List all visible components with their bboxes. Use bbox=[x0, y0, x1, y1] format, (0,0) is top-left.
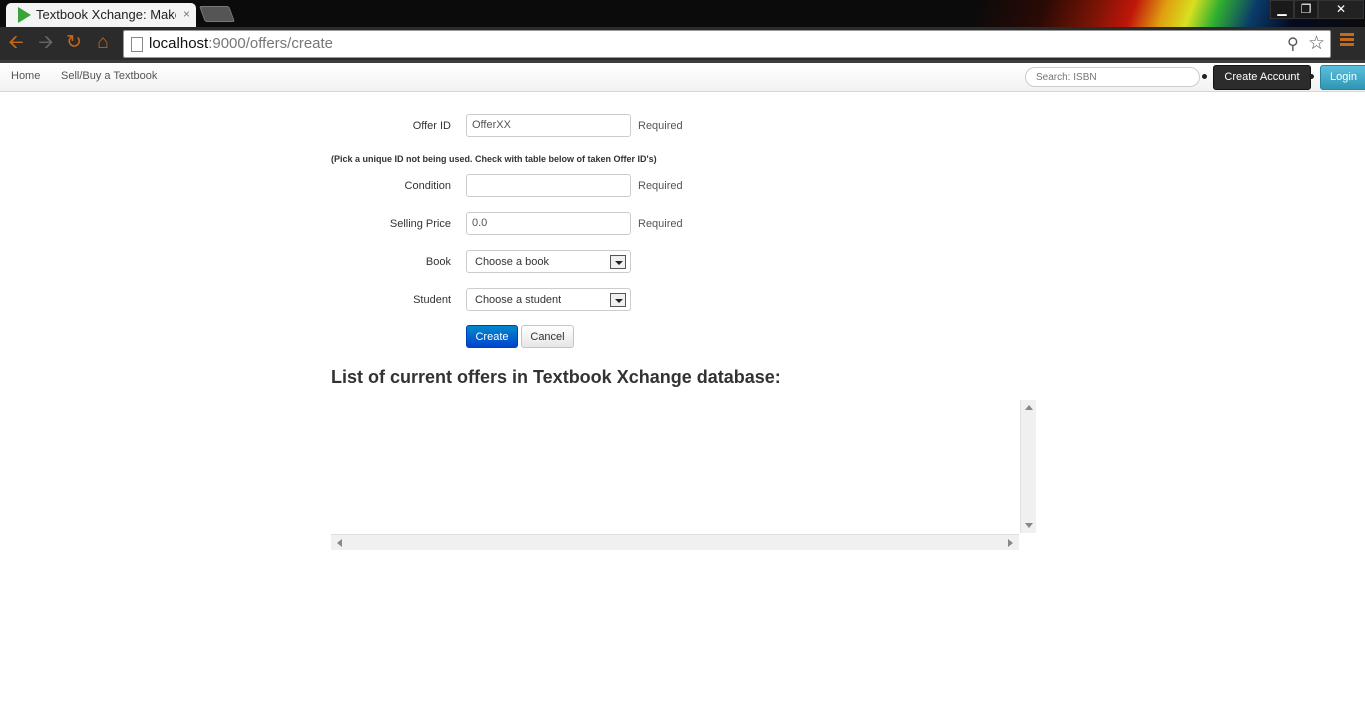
offer-id-required: Required bbox=[638, 120, 683, 132]
page-icon bbox=[131, 37, 143, 52]
horizontal-scrollbar[interactable] bbox=[331, 534, 1019, 550]
condition-input[interactable] bbox=[466, 174, 631, 197]
back-icon[interactable]: 🡨 bbox=[5, 32, 27, 54]
dropdown-arrow-icon bbox=[610, 255, 626, 269]
url-text[interactable]: localhost:9000/offers/create bbox=[149, 35, 333, 52]
scroll-left-arrow-icon[interactable] bbox=[337, 539, 342, 547]
scroll-up-arrow-icon[interactable] bbox=[1025, 405, 1033, 410]
dropdown-arrow-icon bbox=[610, 293, 626, 307]
close-window-button[interactable]: ✕ bbox=[1318, 0, 1364, 19]
book-select-value: Choose a book bbox=[475, 256, 549, 268]
url-host: localhost bbox=[149, 35, 209, 52]
url-path: :9000/offers/create bbox=[208, 35, 334, 52]
selling-price-input[interactable]: 0.0 bbox=[466, 212, 631, 235]
book-select[interactable]: Choose a book bbox=[466, 250, 631, 273]
selling-price-required: Required bbox=[638, 218, 683, 230]
address-bar[interactable]: localhost:9000/offers/create ⚲ ☆ bbox=[123, 30, 1331, 58]
offer-id-input[interactable]: OfferXX bbox=[466, 114, 631, 137]
minimize-button[interactable]: ▁ bbox=[1270, 0, 1294, 19]
scroll-down-arrow-icon[interactable] bbox=[1025, 523, 1033, 528]
browser-titlebar: Textbook Xchange: Make × ▁ ❐ ✕ bbox=[0, 0, 1365, 27]
selling-price-label: Selling Price bbox=[389, 218, 451, 230]
scroll-right-arrow-icon[interactable] bbox=[1008, 539, 1013, 547]
student-select-value: Choose a student bbox=[475, 294, 562, 306]
nav-home-link[interactable]: Home bbox=[11, 70, 40, 82]
offer-id-help-text: (Pick a unique ID not being used. Check … bbox=[331, 154, 657, 164]
new-tab-button[interactable] bbox=[199, 6, 235, 22]
restore-button[interactable]: ❐ bbox=[1294, 0, 1318, 19]
chrome-menu-icon[interactable] bbox=[1340, 33, 1354, 49]
browser-toolbar: 🡨 🡪 ↻ ⌂ localhost:9000/offers/create ⚲ ☆ bbox=[0, 27, 1365, 63]
vertical-scrollbar[interactable] bbox=[1020, 400, 1036, 533]
reload-icon[interactable]: ↻ bbox=[63, 32, 85, 54]
login-button[interactable]: Login bbox=[1320, 65, 1365, 90]
book-label: Book bbox=[425, 256, 451, 268]
create-button[interactable]: Create bbox=[466, 325, 518, 348]
student-label: Student bbox=[413, 294, 451, 306]
play-favicon-icon bbox=[18, 7, 31, 23]
browser-tab[interactable]: Textbook Xchange: Make × bbox=[6, 3, 196, 27]
create-account-button[interactable]: Create Account bbox=[1213, 65, 1311, 90]
tab-title: Textbook Xchange: Make bbox=[36, 7, 176, 22]
tab-close-icon[interactable]: × bbox=[183, 7, 190, 21]
bookmark-star-icon[interactable]: ☆ bbox=[1308, 32, 1325, 55]
condition-label: Condition bbox=[404, 180, 451, 192]
separator-dot bbox=[1309, 74, 1314, 79]
app-navbar: Home Sell/Buy a Textbook Create Account … bbox=[0, 63, 1365, 92]
nav-sell-buy-link[interactable]: Sell/Buy a Textbook bbox=[61, 70, 157, 82]
offers-list-panel[interactable] bbox=[331, 400, 1036, 552]
condition-required: Required bbox=[638, 180, 683, 192]
home-icon[interactable]: ⌂ bbox=[92, 32, 114, 54]
forward-icon[interactable]: 🡪 bbox=[35, 32, 57, 54]
isbn-search-input[interactable] bbox=[1025, 67, 1200, 87]
student-select[interactable]: Choose a student bbox=[466, 288, 631, 311]
offer-id-label: Offer ID bbox=[412, 120, 451, 132]
zoom-icon[interactable]: ⚲ bbox=[1287, 34, 1299, 54]
separator-dot bbox=[1202, 74, 1207, 79]
cancel-button[interactable]: Cancel bbox=[521, 325, 574, 348]
offers-list-heading: List of current offers in Textbook Xchan… bbox=[331, 367, 781, 387]
